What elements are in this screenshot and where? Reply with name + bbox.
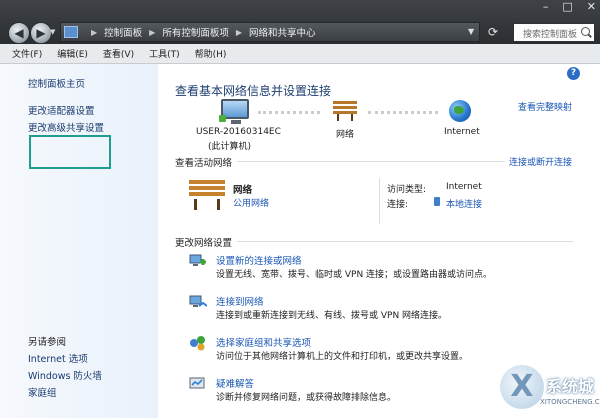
troubleshoot-icon bbox=[189, 377, 205, 389]
maximize-icon[interactable]: □ bbox=[562, 0, 572, 13]
homegroup-icon bbox=[190, 336, 205, 351]
site-watermark: X 系统城 XITONGCHENG.COM bbox=[500, 365, 600, 418]
new-connection-icon bbox=[189, 254, 206, 266]
internet-node-label: Internet bbox=[444, 127, 480, 137]
network-type-link[interactable]: 公用网络 bbox=[233, 196, 269, 209]
local-connection-icon bbox=[434, 197, 440, 206]
setup-new-connection-link[interactable]: 设置新的连接或网络 bbox=[216, 253, 302, 267]
page-title: 查看基本网络信息并设置连接 bbox=[175, 84, 332, 98]
homegroup-link[interactable]: 家庭组 bbox=[28, 385, 57, 399]
breadcrumb-all-items[interactable]: 所有控制面板项 bbox=[162, 25, 229, 39]
breadcrumb-network-center[interactable]: 网络和共享中心 bbox=[249, 25, 316, 39]
access-type-value: Internet bbox=[446, 182, 482, 192]
computer-name: USER-20160314EC bbox=[196, 127, 281, 137]
connect-to-network-desc: 连接到或重新连接到无线、有线、拨号或 VPN 网络连接。 bbox=[216, 311, 448, 321]
homegroup-sharing-link[interactable]: 选择家庭组和共享选项 bbox=[216, 335, 311, 349]
breadcrumb-separator-icon[interactable]: ▶ bbox=[91, 28, 97, 37]
access-type-label: 访问类型: bbox=[387, 185, 427, 195]
active-network-bench-icon bbox=[189, 180, 225, 210]
network-bench-icon[interactable] bbox=[333, 101, 357, 121]
advanced-sharing-settings-link[interactable]: 更改高级共享设置 bbox=[28, 120, 104, 134]
section-divider bbox=[237, 161, 505, 162]
internet-options-link[interactable]: Internet 选项 bbox=[28, 351, 88, 365]
connect-disconnect-link[interactable]: 连接或断开连接 bbox=[509, 155, 572, 168]
change-adapter-settings-link[interactable]: 更改适配器设置 bbox=[28, 103, 95, 117]
network-node-label: 网络 bbox=[336, 130, 355, 140]
computer-sub-label: (此计算机) bbox=[208, 142, 252, 152]
close-icon[interactable]: ✕ bbox=[587, 0, 596, 13]
window-controls: – □ ✕ bbox=[543, 0, 596, 13]
control-panel-icon bbox=[64, 26, 78, 38]
watermark-logo-icon: X bbox=[500, 365, 544, 409]
menu-bar: 文件(F) 编辑(E) 查看(V) 工具(T) 帮助(H) bbox=[0, 44, 600, 64]
address-dropdown-icon[interactable]: ▼ bbox=[468, 27, 474, 36]
internet-globe-icon[interactable] bbox=[449, 100, 471, 122]
annotation-highlight-box bbox=[29, 135, 111, 169]
breadcrumb-separator-icon[interactable]: ▶ bbox=[236, 28, 242, 37]
minimize-icon[interactable]: – bbox=[543, 0, 549, 13]
see-also-title: 另请参阅 bbox=[28, 337, 67, 348]
breadcrumb-separator-icon[interactable]: ▶ bbox=[149, 28, 155, 37]
watermark-text: 系统城 bbox=[546, 377, 595, 396]
connect-to-network-link[interactable]: 连接到网络 bbox=[216, 294, 264, 308]
view-full-map-link[interactable]: 查看完整映射 bbox=[518, 100, 572, 113]
change-settings-title: 更改网络设置 bbox=[175, 238, 233, 249]
search-input[interactable]: 搜索控制面板 bbox=[513, 23, 595, 42]
refresh-icon[interactable]: ⟳ bbox=[488, 25, 498, 39]
search-placeholder: 搜索控制面板 bbox=[523, 30, 578, 40]
active-network-divider bbox=[379, 178, 380, 224]
computer-status-icon bbox=[219, 115, 226, 122]
section-divider bbox=[237, 241, 573, 242]
help-icon[interactable]: ? bbox=[567, 67, 580, 80]
map-connector bbox=[368, 111, 438, 114]
active-networks-title: 查看活动网络 bbox=[175, 158, 233, 169]
menu-view[interactable]: 查看(V) bbox=[103, 47, 134, 60]
search-icon[interactable] bbox=[581, 27, 590, 36]
connection-label: 连接: bbox=[387, 200, 409, 210]
menu-edit[interactable]: 编辑(E) bbox=[57, 47, 88, 60]
breadcrumb-control-panel[interactable]: 控制面板 bbox=[104, 25, 142, 39]
forward-button[interactable]: ▶ bbox=[30, 22, 52, 44]
active-network-name: 网络 bbox=[233, 185, 253, 196]
menu-tools[interactable]: 工具(T) bbox=[149, 47, 180, 60]
menu-help[interactable]: 帮助(H) bbox=[195, 47, 227, 60]
windows-firewall-link[interactable]: Windows 防火墙 bbox=[28, 368, 102, 382]
troubleshoot-desc: 诊断并修复网络问题，或获得故障排除信息。 bbox=[216, 393, 397, 403]
setup-new-connection-desc: 设置无线、宽带、拨号、临时或 VPN 连接；或设置路由器或访问点。 bbox=[216, 270, 493, 280]
homegroup-sharing-desc: 访问位于其他网络计算机上的文件和打印机，或更改共享设置。 bbox=[216, 352, 469, 362]
local-connection-link[interactable]: 本地连接 bbox=[446, 197, 482, 210]
control-panel-home-link[interactable]: 控制面板主页 bbox=[28, 76, 85, 90]
history-dropdown-icon[interactable]: ▼ bbox=[50, 28, 55, 36]
watermark-url: XITONGCHENG.COM bbox=[540, 398, 600, 406]
troubleshoot-link[interactable]: 疑难解答 bbox=[216, 376, 254, 390]
map-connector bbox=[258, 111, 320, 114]
address-bar[interactable]: ▶ 控制面板 ▶ 所有控制面板项 ▶ 网络和共享中心 bbox=[60, 22, 480, 42]
menu-file[interactable]: 文件(F) bbox=[12, 47, 42, 60]
connect-network-icon bbox=[189, 295, 207, 307]
back-button[interactable]: ◀ bbox=[8, 22, 30, 44]
